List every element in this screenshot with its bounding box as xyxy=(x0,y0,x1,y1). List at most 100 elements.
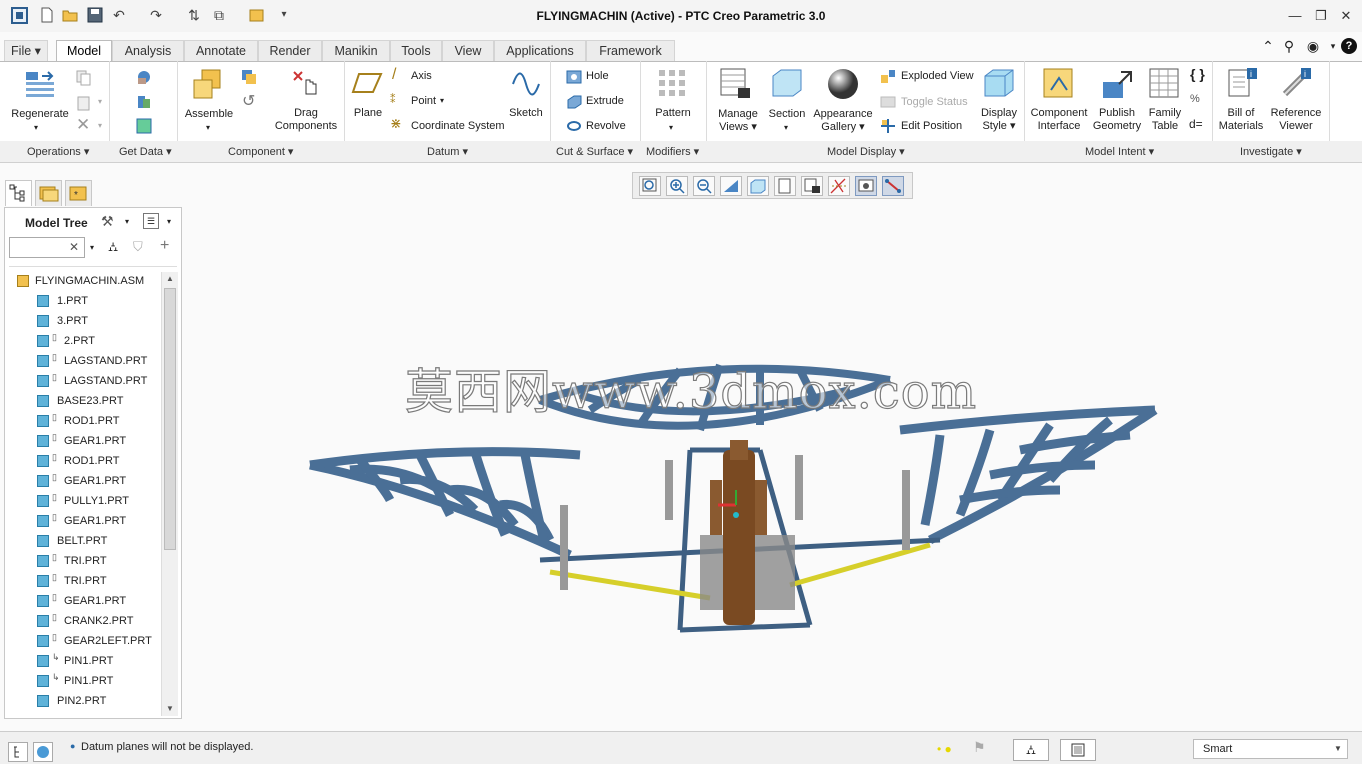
manage-views-button[interactable]: Manage Views ▾ xyxy=(710,108,766,134)
manage-views-icon[interactable] xyxy=(720,68,752,100)
pattern-button[interactable]: Pattern xyxy=(650,107,696,120)
perspective-view-icon[interactable] xyxy=(828,176,850,196)
navigator-tab-favorites[interactable]: * xyxy=(65,180,92,206)
edit-position-button[interactable]: Edit Position xyxy=(901,120,962,132)
search-dropdown-icon[interactable]: ▾ xyxy=(90,243,94,252)
repaint-icon[interactable] xyxy=(720,176,742,196)
tab-framework[interactable]: Framework xyxy=(586,40,675,61)
pattern-icon[interactable] xyxy=(657,68,689,100)
selection-filter-select[interactable]: Smart xyxy=(1193,739,1348,759)
settings-dropdown-icon[interactable]: ▾ xyxy=(125,217,129,226)
tab-render[interactable]: Render xyxy=(258,40,322,61)
tab-tools[interactable]: Tools xyxy=(390,40,442,61)
sketch-button[interactable]: Sketch xyxy=(506,107,546,120)
bill-of-materials-button[interactable]: Bill of Materials xyxy=(1215,107,1267,133)
saved-orientations-icon[interactable] xyxy=(774,176,796,196)
select-box-icon[interactable] xyxy=(1060,739,1096,761)
axis-icon[interactable]: / xyxy=(392,66,396,84)
annotation-display-icon[interactable] xyxy=(882,176,904,196)
coordinate-system-button[interactable]: Coordinate System xyxy=(411,120,505,132)
group-get-data[interactable]: Get Data ▾ xyxy=(119,145,172,158)
family-table-icon[interactable] xyxy=(1149,68,1181,100)
plane-icon[interactable] xyxy=(351,68,383,100)
minimize-button[interactable]: — xyxy=(1286,8,1304,24)
zoom-out-icon[interactable] xyxy=(693,176,715,196)
point-icon[interactable]: ⁑ xyxy=(390,93,396,106)
sketch-icon[interactable] xyxy=(510,68,542,100)
component-interface-icon[interactable] xyxy=(1043,68,1075,100)
point-dropdown-icon[interactable]: ▾ xyxy=(440,96,444,105)
navigator-tab-folder-browser[interactable] xyxy=(35,180,62,206)
display-style-view-icon[interactable] xyxy=(747,176,769,196)
help-icon[interactable]: ? xyxy=(1341,38,1357,54)
close-button[interactable]: ✕ xyxy=(1337,8,1355,24)
flag-icon[interactable]: ⚑ xyxy=(973,739,986,756)
tab-annotate[interactable]: Annotate xyxy=(184,40,258,61)
group-datum[interactable]: Datum ▾ xyxy=(427,145,468,158)
group-cut-surface[interactable]: Cut & Surface ▾ xyxy=(556,145,633,158)
create-component-icon[interactable] xyxy=(241,69,257,85)
publish-geometry-button[interactable]: Publish Geometry xyxy=(1089,107,1145,133)
family-table-button[interactable]: Family Table xyxy=(1143,107,1187,133)
appearance-gallery-icon[interactable] xyxy=(827,68,859,100)
paste-icon[interactable] xyxy=(76,95,92,111)
tab-applications[interactable]: Applications xyxy=(494,40,586,61)
drag-components-icon[interactable] xyxy=(290,68,322,100)
assemble-button[interactable]: Assemble xyxy=(182,108,236,121)
hole-icon[interactable] xyxy=(566,69,582,85)
repeat-icon[interactable]: ↺ xyxy=(242,91,255,111)
add-column-icon[interactable]: + xyxy=(160,237,169,255)
settings-icon[interactable]: ⚒ xyxy=(101,213,114,230)
point-button[interactable]: Point xyxy=(411,95,436,107)
publish-geometry-icon[interactable] xyxy=(1101,68,1133,100)
collapse-ribbon-icon[interactable]: ⌃ xyxy=(1260,38,1276,54)
component-interface-button[interactable]: Component Interface xyxy=(1028,107,1090,133)
coordinate-system-icon[interactable]: ⋇ xyxy=(390,115,402,132)
revolve-icon[interactable] xyxy=(566,118,582,134)
hole-button[interactable]: Hole xyxy=(586,70,609,82)
find-icon[interactable]: ⛼ xyxy=(1013,739,1049,761)
group-model-intent[interactable]: Model Intent ▾ xyxy=(1085,145,1154,158)
assemble-icon[interactable] xyxy=(192,68,224,100)
tree-scrollbar[interactable]: ▲ ▼ xyxy=(161,272,178,716)
restore-button[interactable]: ❐ xyxy=(1312,8,1330,24)
datum-display-filters-icon[interactable] xyxy=(855,176,877,196)
axis-button[interactable]: Axis xyxy=(411,70,432,82)
group-operations[interactable]: Operations ▾ xyxy=(27,145,89,158)
exploded-view-icon[interactable] xyxy=(880,69,896,85)
help-dropdown-icon[interactable]: ▾ xyxy=(1325,38,1341,54)
filter-icon[interactable]: ⛉ xyxy=(133,239,143,255)
toggle-browser-icon[interactable] xyxy=(33,742,53,762)
group-component[interactable]: Component ▾ xyxy=(228,145,293,158)
view-manager-icon[interactable] xyxy=(801,176,823,196)
copy-geometry-icon[interactable] xyxy=(136,94,152,110)
tab-view[interactable]: View xyxy=(442,40,494,61)
paste-dropdown-icon[interactable]: ▾ xyxy=(98,97,102,106)
shrinkwrap-icon[interactable] xyxy=(136,118,152,134)
display-style-icon[interactable] xyxy=(983,68,1015,100)
filter-dropdown-icon[interactable]: ▼ xyxy=(1334,744,1342,753)
clear-search-icon[interactable]: ✕ xyxy=(69,240,79,254)
refit-icon[interactable] xyxy=(639,176,661,196)
tab-analysis[interactable]: Analysis xyxy=(112,40,184,61)
plane-button[interactable]: Plane xyxy=(350,107,386,120)
navigator-tab-model-tree[interactable] xyxy=(5,180,32,206)
group-modifiers[interactable]: Modifiers ▾ xyxy=(646,145,699,158)
copy-icon[interactable] xyxy=(76,70,92,86)
show-dropdown-icon[interactable]: ▾ xyxy=(167,217,171,226)
group-model-display[interactable]: Model Display ▾ xyxy=(827,145,905,158)
community-icon[interactable]: ◉ xyxy=(1305,38,1321,54)
assemble-dropdown-icon[interactable]: ▾ xyxy=(206,121,210,134)
toggle-navigator-icon[interactable] xyxy=(8,742,28,762)
switch-dimensions-icon[interactable]: d= xyxy=(1189,117,1203,131)
section-dropdown-icon[interactable]: ▾ xyxy=(784,121,788,134)
section-icon[interactable] xyxy=(771,68,803,100)
bill-of-materials-icon[interactable]: i xyxy=(1227,68,1259,100)
exploded-view-button[interactable]: Exploded View xyxy=(901,70,974,82)
reference-viewer-button[interactable]: Reference Viewer xyxy=(1266,107,1326,133)
display-style-button[interactable]: Display Style ▾ xyxy=(975,107,1023,133)
delete-icon[interactable]: ✕ xyxy=(76,115,90,135)
extrude-button[interactable]: Extrude xyxy=(586,95,624,107)
revolve-button[interactable]: Revolve xyxy=(586,120,626,132)
search-icon[interactable]: ⚲ xyxy=(1281,38,1297,54)
